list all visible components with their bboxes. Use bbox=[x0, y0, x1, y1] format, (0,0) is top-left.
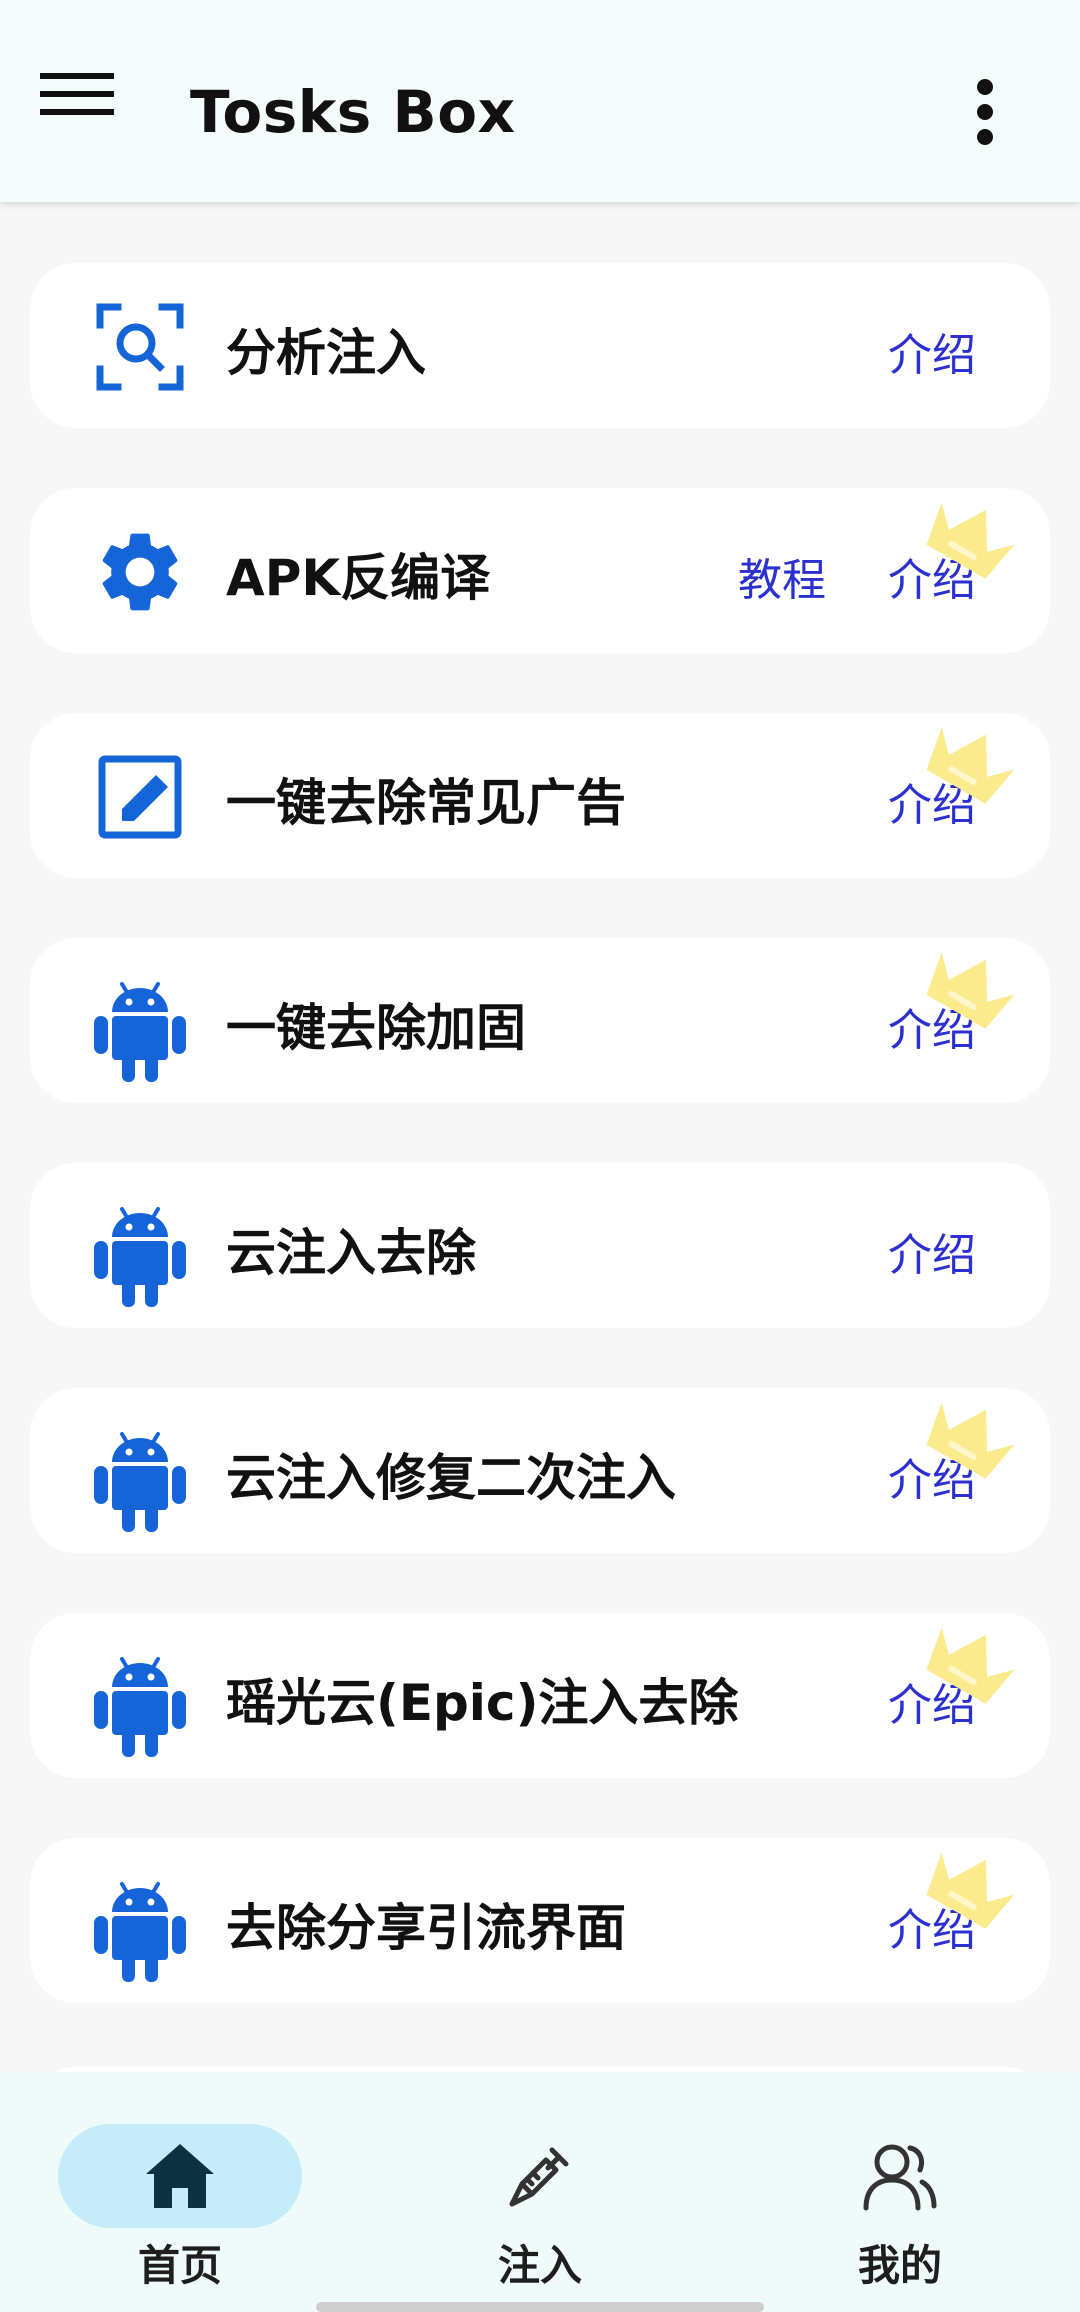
nav-label: 首页 bbox=[137, 2241, 222, 2290]
tutorial-link[interactable]: 教程 bbox=[738, 544, 826, 608]
tool-card-remove-ads[interactable]: 一键去除常见广告 介绍 bbox=[30, 713, 1050, 878]
intro-link[interactable]: 介绍 bbox=[888, 1894, 976, 1958]
intro-link[interactable]: 介绍 bbox=[888, 544, 976, 608]
more-options-button[interactable] bbox=[950, 70, 1020, 160]
more-vertical-icon bbox=[950, 79, 1020, 164]
tool-card-epic-injection-removal[interactable]: 瑶光云(Epic)注入去除 介绍 bbox=[30, 1613, 1050, 1778]
tool-label: 瑶光云(Epic)注入去除 bbox=[226, 1674, 739, 1732]
tool-card-apk-decompile[interactable]: APK反编译 教程 介绍 bbox=[30, 488, 1050, 653]
nav-item-inject[interactable]: 注入 bbox=[418, 2112, 668, 2292]
app-bar: Tosks Box bbox=[0, 0, 1080, 202]
nav-item-mine[interactable]: 我的 bbox=[778, 2112, 1028, 2292]
syringe-icon bbox=[500, 2136, 580, 2216]
gear-icon bbox=[92, 524, 188, 620]
tool-card-cloud-injection-fix[interactable]: 云注入修复二次注入 介绍 bbox=[30, 1388, 1050, 1553]
tool-card-analyze-injection[interactable]: 分析注入 介绍 bbox=[30, 263, 1050, 428]
tool-label: 去除分享引流界面 bbox=[226, 1899, 626, 1957]
intro-link[interactable]: 介绍 bbox=[888, 769, 976, 833]
intro-link[interactable]: 介绍 bbox=[888, 1669, 976, 1733]
home-icon bbox=[140, 2136, 220, 2216]
tool-card-remove-share-page[interactable]: 去除分享引流界面 介绍 bbox=[30, 1838, 1050, 2003]
scan-search-icon bbox=[92, 299, 188, 395]
tool-card-remove-hardening[interactable]: 一键去除加固 介绍 bbox=[30, 938, 1050, 1103]
gesture-home-indicator[interactable] bbox=[316, 2302, 764, 2312]
android-icon bbox=[92, 1199, 188, 1307]
app-title: Tosks Box bbox=[190, 78, 516, 146]
nav-label: 注入 bbox=[497, 2241, 582, 2290]
nav-item-home[interactable]: 首页 bbox=[58, 2112, 308, 2292]
tool-label: 分析注入 bbox=[226, 324, 426, 382]
edit-square-icon bbox=[92, 749, 188, 845]
intro-link[interactable]: 介绍 bbox=[888, 1219, 976, 1283]
intro-link[interactable]: 介绍 bbox=[888, 1444, 976, 1508]
android-icon bbox=[92, 1649, 188, 1757]
tool-label: 一键去除常见广告 bbox=[226, 774, 626, 832]
intro-link[interactable]: 介绍 bbox=[888, 319, 976, 383]
android-icon bbox=[92, 1874, 188, 1982]
tool-list: 分析注入 介绍 APK反编译 教程 介绍 一键去除常见广告 介绍 一键去除加固 … bbox=[0, 202, 1080, 2072]
android-icon bbox=[92, 1424, 188, 1532]
menu-button[interactable] bbox=[40, 65, 150, 160]
tool-card-cloud-injection-removal[interactable]: 云注入去除 介绍 bbox=[30, 1163, 1050, 1328]
tool-label: 云注入去除 bbox=[226, 1224, 476, 1282]
android-icon bbox=[92, 974, 188, 1082]
intro-link[interactable]: 介绍 bbox=[888, 994, 976, 1058]
tool-label: 云注入修复二次注入 bbox=[226, 1449, 676, 1507]
bottom-navigation: 首页 注入 我的 bbox=[0, 2072, 1080, 2312]
hamburger-menu-icon bbox=[40, 65, 150, 125]
users-icon bbox=[860, 2136, 940, 2216]
tool-label: APK反编译 bbox=[226, 549, 491, 607]
nav-label: 我的 bbox=[857, 2241, 942, 2290]
tool-label: 一键去除加固 bbox=[226, 999, 526, 1057]
